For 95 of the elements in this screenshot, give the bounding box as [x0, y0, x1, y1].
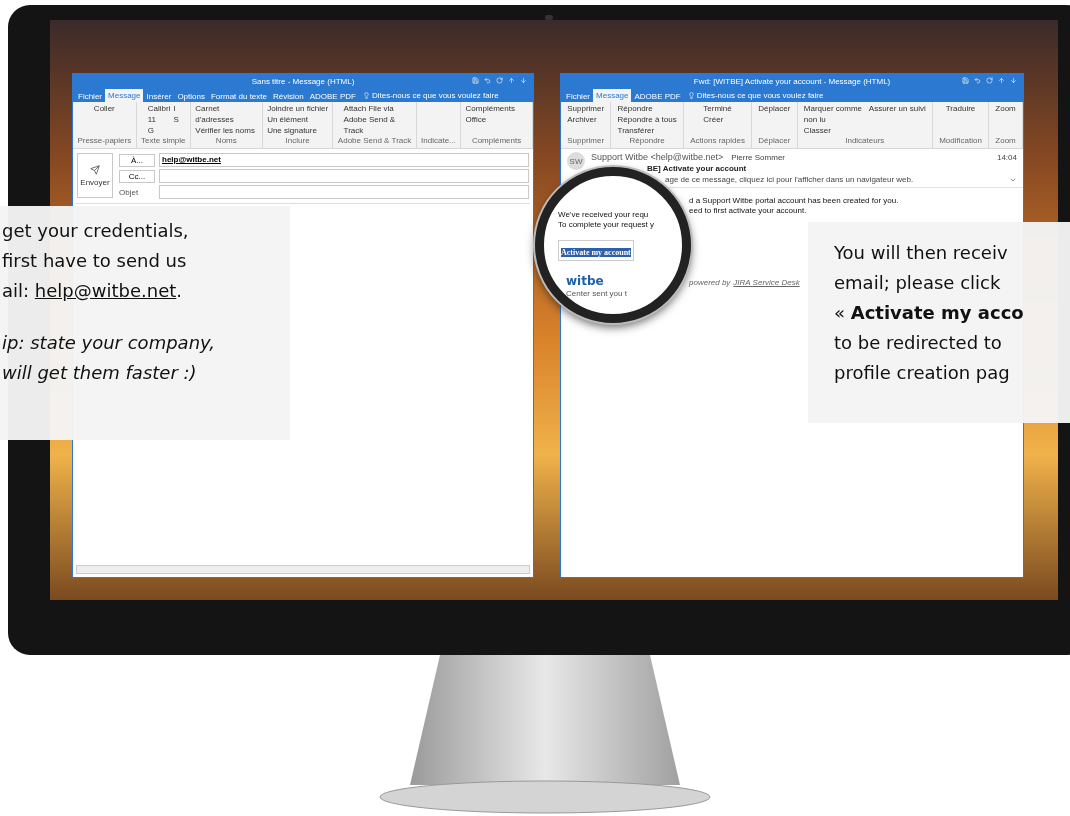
ribbon-button[interactable]: Zoom: [995, 103, 1016, 114]
ribbon-tab[interactable]: Fichier: [75, 90, 105, 102]
undo-icon[interactable]: [974, 77, 981, 84]
sender: Support Witbe <help@witbe.net>: [591, 152, 724, 162]
ribbon-tab[interactable]: Révision: [270, 90, 307, 102]
ribbon-button[interactable]: Calibri: [147, 103, 171, 114]
ribbon-button[interactable]: Marquer comme non lu: [803, 103, 866, 125]
up-arrow-icon[interactable]: [998, 77, 1005, 84]
ribbon-button[interactable]: I: [173, 103, 179, 114]
send-icon: [90, 164, 100, 175]
callout-text: You will then receiv email; please click « Activate my acco to be redirected to profile creation pag: [834, 241, 1025, 385]
ribbon-tab[interactable]: Format du texte: [207, 90, 270, 102]
up-arrow-icon[interactable]: [508, 77, 515, 84]
ribbon-button[interactable]: Carnet d'adresses: [195, 103, 258, 125]
tip-text: ip: state your company, will get them faster :): [2, 331, 216, 385]
group-label: Déplacer: [758, 136, 791, 145]
footer-text: powered by: [689, 278, 731, 287]
ribbon-button[interactable]: Créer: [703, 114, 732, 125]
ribbon-button[interactable]: Assurer un suivi: [868, 103, 926, 114]
ribbon-tab[interactable]: ADOBE PDF: [631, 90, 684, 102]
field-label: Objet: [119, 187, 140, 197]
ribbon-button[interactable]: Compléments Office: [465, 103, 528, 125]
group-label: Noms: [215, 136, 237, 145]
tell-me-field[interactable]: Dites-nous ce que vous voulez faire: [683, 91, 828, 102]
ribbon-button[interactable]: Traduire: [945, 103, 976, 114]
avatar: SW: [567, 152, 585, 170]
activate-button[interactable]: Activate my account: [558, 240, 634, 261]
group-label: Adobe Send & Track: [337, 136, 412, 145]
ribbon-button[interactable]: Joindre un fichier: [267, 103, 329, 114]
info-bar-text[interactable]: age de ce message, cliquez ici pour l'afficher dans un navigateur web.: [665, 175, 914, 184]
input-field[interactable]: [159, 185, 529, 199]
lightbulb-icon: [687, 92, 695, 99]
body-text: To complete your request y: [558, 220, 656, 229]
ribbon-tab[interactable]: Fichier: [563, 90, 593, 102]
callout-text: get your credentials, first have to send us ail: help@witbe.net.: [2, 219, 190, 303]
group-label: Presse-papiers: [77, 136, 132, 145]
ribbon-tab[interactable]: Message: [593, 89, 632, 102]
send-button[interactable]: Envoyer: [77, 153, 113, 198]
save-icon[interactable]: [472, 77, 479, 84]
group-label: Compléments: [471, 136, 522, 145]
input-field[interactable]: [159, 169, 529, 183]
lightbulb-icon: [362, 92, 370, 99]
ribbon-button[interactable]: Déplacer: [758, 103, 791, 114]
ribbon-button[interactable]: 11: [147, 114, 171, 125]
ribbon-button[interactable]: Un élément: [267, 114, 329, 125]
recipient-button[interactable]: À...: [119, 153, 155, 167]
ribbon-button[interactable]: Transférer: [617, 125, 677, 136]
group-label: Modification: [939, 136, 982, 145]
ribbon-button[interactable]: S: [173, 114, 179, 125]
ribbon-button[interactable]: Répondre à tous: [617, 114, 677, 125]
scrollbar[interactable]: [76, 565, 530, 574]
time: 14:04: [996, 152, 1017, 162]
window-title: Sans titre - Message (HTML): [251, 76, 355, 86]
footer-link[interactable]: JIRA Service Desk: [733, 278, 800, 287]
group-label: Répondre: [629, 136, 665, 145]
ribbon-button[interactable]: Archiver: [567, 114, 605, 125]
ribbon-button[interactable]: Vérifier les noms: [195, 125, 258, 136]
tell-me-field[interactable]: Dites-nous ce que vous voulez faire: [358, 91, 503, 102]
ribbon-button[interactable]: Attach File via Adobe Send & Track: [343, 103, 406, 136]
save-icon[interactable]: [962, 77, 969, 84]
ribbon-tab[interactable]: Message: [105, 89, 144, 102]
group-label: Zoom: [995, 136, 1016, 145]
ribbon-button[interactable]: Une signature: [267, 125, 329, 136]
recipient: Pierre Sommer: [731, 152, 785, 162]
camera: [545, 15, 553, 20]
subject: BE] Activate your account: [647, 164, 747, 173]
ribbon-button[interactable]: Coller: [93, 103, 115, 114]
body-text: d a Support Witbe portal account has been created for you.: [689, 196, 900, 205]
group-label: Inclure: [285, 136, 310, 145]
footer-text: Center sent you t: [566, 289, 628, 298]
ribbon-tab[interactable]: ADOBE PDF: [306, 90, 359, 102]
recipient-button[interactable]: Cc...: [119, 169, 155, 183]
email-link[interactable]: help@witbe.net: [34, 280, 177, 301]
group-label: Texte simple: [141, 136, 186, 145]
ribbon-button[interactable]: Terminé: [703, 103, 732, 114]
logo: witbe: [566, 274, 604, 288]
undo-icon[interactable]: [484, 77, 491, 84]
down-arrow-icon[interactable]: [1010, 77, 1017, 84]
redo-icon[interactable]: [496, 77, 503, 84]
ribbon-tab[interactable]: Options: [174, 90, 208, 102]
window-title: Fwd: [WITBE] Activate your account - Message (HTML): [693, 76, 891, 86]
redo-icon[interactable]: [986, 77, 993, 84]
body-text: eed to first activate your account.: [689, 206, 808, 215]
input-field[interactable]: help@witbe.net: [159, 153, 529, 167]
ribbon-button[interactable]: G: [147, 125, 171, 136]
ribbon-button[interactable]: Classer: [803, 125, 866, 136]
group-label: Indicateurs: [845, 136, 885, 145]
body-text: We've received your requ: [558, 210, 650, 219]
ribbon-button[interactable]: Répondre: [617, 103, 677, 114]
ribbon-tab[interactable]: Insérer: [143, 90, 175, 102]
group-label: Indicate...: [421, 136, 456, 145]
ribbon-button[interactable]: Supprimer: [567, 103, 605, 114]
down-arrow-icon[interactable]: [520, 77, 527, 84]
group-label: Supprimer: [567, 136, 605, 145]
group-label: Actions rapides: [690, 136, 745, 145]
